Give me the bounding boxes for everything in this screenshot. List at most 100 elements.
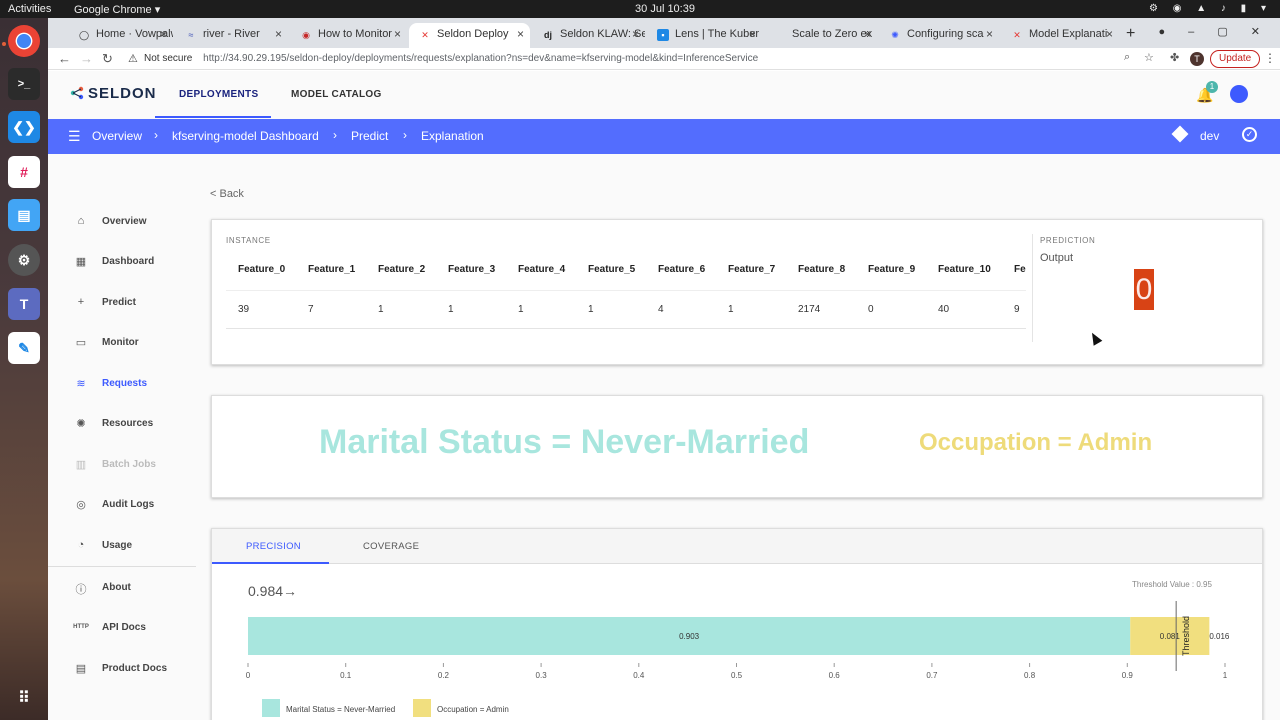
active-tab-indicator xyxy=(212,562,329,564)
precision-number: 0.984 xyxy=(248,583,284,599)
account-icon[interactable] xyxy=(1230,85,1248,103)
browser-tab[interactable]: dj Seldon KLAW: Se × xyxy=(532,23,645,48)
sidebar-item-label: Batch Jobs xyxy=(102,459,156,470)
close-icon[interactable]: × xyxy=(749,27,756,41)
feature-value: 1 xyxy=(588,304,594,315)
terminal-icon[interactable]: >_ xyxy=(8,68,40,100)
bookmark-star-icon[interactable]: ☆ xyxy=(1144,51,1154,64)
tab-coverage[interactable]: COVERAGE xyxy=(363,541,419,552)
browser-tab[interactable]: ≈ river - River × xyxy=(175,23,288,48)
browser-tab-active[interactable]: ✕ Seldon Deploy × xyxy=(409,23,530,48)
address-bar[interactable]: ⚠ Not secure http://34.90.29.195/seldon-… xyxy=(126,50,1116,68)
sidebar-item-label: Usage xyxy=(102,540,133,551)
tab-label: river - River xyxy=(203,28,260,40)
close-icon[interactable]: × xyxy=(394,27,401,41)
settings-icon[interactable]: ⚙ xyxy=(8,244,40,276)
close-icon[interactable]: × xyxy=(517,27,524,41)
precision-value: 0.984→ xyxy=(248,583,297,599)
sidebar-item-monitor[interactable]: ▭ Monitor xyxy=(48,329,196,359)
browser-tab[interactable]: ✺ Configuring sca × xyxy=(879,23,999,48)
divider xyxy=(226,290,1026,291)
browser-tab[interactable]: ▪ Lens | The Kuber × xyxy=(647,23,762,48)
browser-window: ◯ Home · Vowpalw × ≈ river - River × ◉ How to… xyxy=(48,18,1280,720)
lens-icon: ▪ xyxy=(657,29,669,41)
app-menu[interactable]: Google Chrome ▾ xyxy=(74,3,160,16)
sidebar-item-about[interactable]: ⓘ About xyxy=(48,574,196,604)
activities-button[interactable]: Activities xyxy=(8,3,51,15)
x-tick-label: 0.9 xyxy=(1122,671,1134,680)
sidebar-item-audit-logs[interactable]: ◎ Audit Logs xyxy=(48,491,196,521)
profile-avatar[interactable]: T xyxy=(1190,52,1204,66)
sidebar-item-requests[interactable]: ≋ Requests xyxy=(48,370,196,400)
feature-value: 7 xyxy=(308,304,314,315)
new-tab-button[interactable]: + xyxy=(1126,25,1135,43)
reload-icon[interactable]: ↻ xyxy=(102,51,113,67)
namespace-label[interactable]: dev xyxy=(1200,129,1219,143)
window-controls[interactable]: ● – ▢ ✕ xyxy=(1158,25,1270,38)
resources-icon: ✺ xyxy=(76,418,86,430)
feature-header: Feature_2 xyxy=(378,264,426,275)
threshold-label: Threshold xyxy=(1181,616,1191,656)
close-icon[interactable]: × xyxy=(864,27,871,41)
chrome-icon[interactable] xyxy=(8,25,40,57)
sidebar-item-label: Requests xyxy=(102,378,148,389)
sidebar-item-api-docs[interactable]: HTTP API Docs xyxy=(48,614,196,644)
breadcrumb-overview[interactable]: Overview xyxy=(92,129,142,143)
sidebar-item-overview[interactable]: ⌂ Overview xyxy=(48,208,196,238)
text-editor-icon[interactable]: ✎ xyxy=(8,332,40,364)
close-icon[interactable]: × xyxy=(632,27,639,41)
menu-icon[interactable]: ☰ xyxy=(68,128,81,145)
update-button[interactable]: Update xyxy=(1210,50,1261,68)
teams-icon[interactable]: T xyxy=(8,288,40,320)
clock[interactable]: 30 Jul 10:39 xyxy=(620,3,710,15)
close-icon[interactable]: × xyxy=(986,27,993,41)
tab-model-catalog[interactable]: MODEL CATALOG xyxy=(291,89,382,100)
browser-tab[interactable]: ◉ How to Monitor × xyxy=(290,23,407,48)
feature-value: 0 xyxy=(868,304,874,315)
browser-tab[interactable]: Scale to Zero ex × xyxy=(764,23,877,48)
breadcrumb: ☰ Overview › kfserving-model Dashboard ›… xyxy=(48,119,1280,154)
feature-value: 4 xyxy=(658,304,664,315)
sidebar-item-resources[interactable]: ✺ Resources xyxy=(48,410,196,440)
security-label: Not secure xyxy=(144,53,193,64)
back-arrow-icon[interactable]: ← xyxy=(58,51,71,66)
slack-icon[interactable]: # xyxy=(8,156,40,188)
system-tray[interactable]: ⚙ ◉ ▲ ♪ ▮ ▾ xyxy=(1149,3,1272,14)
feature-header: Feature_1 xyxy=(308,264,356,275)
app-grid-icon[interactable]: ⠿ xyxy=(8,682,40,714)
sidebar-item-predict[interactable]: + Predict xyxy=(48,289,196,319)
chevron-right-icon: › xyxy=(333,128,337,142)
check-circle-icon[interactable]: ✓ xyxy=(1242,127,1257,142)
chrome-menu-icon[interactable]: ⋮ xyxy=(1264,51,1276,65)
close-icon[interactable]: × xyxy=(1106,27,1113,41)
legend-label-occupation: Occupation = Admin xyxy=(437,705,509,714)
zoom-icon[interactable]: ⌕ xyxy=(1124,51,1130,64)
seldon-logo[interactable]: SELDON xyxy=(70,85,157,102)
browser-tab[interactable]: ◯ Home · Vowpalw × xyxy=(68,23,173,48)
tab-precision[interactable]: PRECISION xyxy=(246,541,301,552)
close-icon[interactable]: × xyxy=(160,27,167,41)
close-icon[interactable]: × xyxy=(275,27,282,41)
sidebar-item-dashboard[interactable]: ▦ Dashboard xyxy=(48,248,196,278)
tab-deployments[interactable]: DEPLOYMENTS xyxy=(179,89,258,100)
precision-bar-chart: 0.903 0.081 0.016 Threshold 0 0.1 0.2 0.3 0.4 0.5… xyxy=(246,601,1230,680)
sidebar-item-batch-jobs[interactable]: ▥ Batch Jobs xyxy=(48,451,196,481)
breadcrumb-dashboard[interactable]: kfserving-model Dashboard xyxy=(172,129,319,143)
sidebar-item-usage[interactable]: ◔ Usage xyxy=(48,532,196,562)
extensions-icon[interactable]: ✤ xyxy=(1170,51,1179,64)
x-tick-label: 0.1 xyxy=(340,671,352,680)
back-link[interactable]: < Back xyxy=(210,188,244,200)
notification-badge: 1 xyxy=(1206,81,1218,93)
x-tick-label: 0.7 xyxy=(926,671,938,680)
forward-arrow-icon[interactable]: → xyxy=(80,51,93,66)
sidebar-item-product-docs[interactable]: ▤ Product Docs xyxy=(48,655,196,685)
feature-header: Feature_9 xyxy=(868,264,916,275)
requests-icon: ≋ xyxy=(76,378,86,390)
browser-tab[interactable]: ✕ Model Explanati × xyxy=(1001,23,1119,48)
tab-label: Configuring sca xyxy=(907,28,984,40)
breadcrumb-predict[interactable]: Predict xyxy=(351,129,388,143)
vscode-icon[interactable]: ❮❯ xyxy=(8,111,40,143)
files-icon[interactable]: ▤ xyxy=(8,199,40,231)
divider xyxy=(226,328,1026,329)
system-top-bar: Activities Google Chrome ▾ 30 Jul 10:39 … xyxy=(0,0,1280,18)
